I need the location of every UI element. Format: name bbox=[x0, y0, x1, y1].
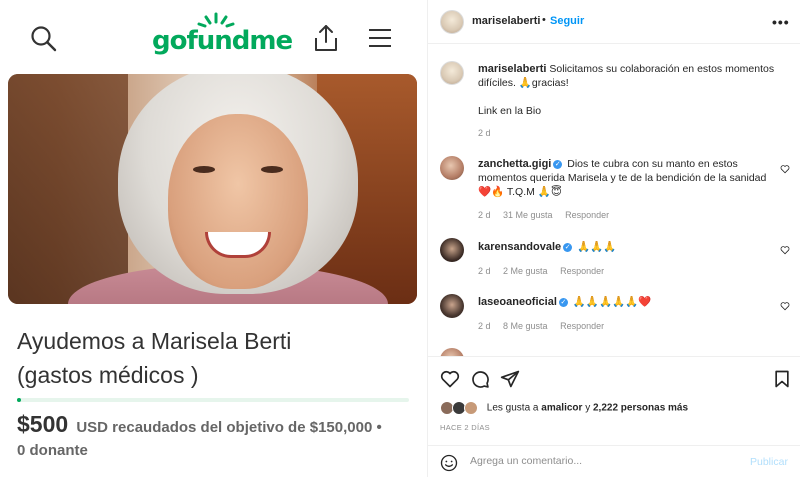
comment-meta: 2 d 8 Me gusta Responder bbox=[478, 321, 614, 331]
post-timestamp: HACE 2 DÍAS bbox=[440, 423, 490, 432]
add-comment-bar: Publicar bbox=[428, 445, 800, 477]
comment-meta: 2 d 2 Me gusta Responder bbox=[478, 266, 614, 276]
comment-username[interactable]: laseoaneoficial bbox=[478, 296, 557, 308]
progress-bar bbox=[17, 398, 409, 402]
gofundme-panel: gofundme Ayudemos a Marisela Berti (gast… bbox=[0, 0, 427, 477]
comment-avatar[interactable] bbox=[440, 238, 464, 262]
like-comment-heart-icon[interactable] bbox=[780, 245, 790, 255]
photo-face bbox=[168, 114, 308, 289]
raised-amount: $500 bbox=[17, 411, 69, 437]
comment-line3: ❤️🔥 T.Q.M 🙏😇 bbox=[478, 186, 562, 198]
raised-goal-text: USD recaudados del objetivo de $150,000 … bbox=[76, 419, 382, 436]
reply-button[interactable]: Responder bbox=[565, 210, 609, 220]
photo-eye-right bbox=[261, 166, 283, 173]
reply-button[interactable]: Responder bbox=[560, 321, 604, 331]
search-icon[interactable] bbox=[30, 25, 58, 53]
progress-bar-fill bbox=[17, 398, 21, 402]
verified-badge-icon: ✓ bbox=[558, 297, 568, 307]
likes-user[interactable]: amalicor bbox=[541, 403, 582, 414]
like-comment-heart-icon[interactable] bbox=[780, 301, 790, 311]
header-separator: • bbox=[542, 14, 546, 26]
post-header: mariselaberti • Seguir ••• bbox=[428, 0, 800, 44]
follow-button[interactable]: Seguir bbox=[550, 15, 584, 27]
verified-badge-icon: ✓ bbox=[553, 159, 563, 169]
reply-button[interactable]: Responder bbox=[560, 266, 604, 276]
caption-time: 2 d bbox=[478, 128, 491, 138]
caption-line3: Link en la Bio bbox=[478, 105, 542, 117]
hamburger-menu-icon[interactable] bbox=[368, 28, 392, 48]
like-heart-icon[interactable] bbox=[440, 369, 460, 389]
photo-eye-left bbox=[193, 166, 215, 173]
comment-line1: Dios te cubra con su manto en estos bbox=[567, 158, 738, 170]
comment-line1: 🙏🙏🙏 bbox=[577, 241, 617, 253]
comment-line2: momentos querida Marisela y te de la ben… bbox=[478, 172, 767, 184]
avatar[interactable] bbox=[440, 10, 464, 34]
gofundme-header: gofundme bbox=[0, 0, 427, 72]
post-actions: Les gusta a amalicor y 2,222 personas má… bbox=[428, 356, 800, 476]
comment-time: 2 d bbox=[478, 321, 491, 331]
share-paper-plane-icon[interactable] bbox=[500, 369, 520, 389]
comment-text: zanchetta.gigi ✓ Dios te cubra con su man… bbox=[478, 157, 773, 199]
instagram-panel: mariselaberti • Seguir ••• mariselaberti… bbox=[427, 0, 800, 477]
comment-avatar[interactable] bbox=[440, 156, 464, 180]
comment-bubble-icon[interactable] bbox=[470, 369, 490, 389]
campaign-title-line2: (gastos médicos ) bbox=[17, 362, 199, 388]
logo-text: gofundme bbox=[152, 26, 293, 56]
comment-likes[interactable]: 2 Me gusta bbox=[503, 266, 548, 276]
comment-likes[interactable]: 8 Me gusta bbox=[503, 321, 548, 331]
comment-avatar[interactable] bbox=[440, 348, 464, 356]
more-options-icon[interactable]: ••• bbox=[772, 14, 790, 30]
comment-line1: 🙏🙏🙏🙏🙏❤️ bbox=[572, 296, 652, 308]
caption-avatar[interactable] bbox=[440, 61, 464, 85]
caption-line2: difíciles. 🙏gracias! bbox=[478, 77, 569, 89]
comment-text: karensandovale ✓ 🙏🙏🙏 bbox=[478, 240, 773, 254]
caption-text: mariselaberti Solicitamos su colaboració… bbox=[478, 62, 778, 90]
comment-username[interactable]: zanchetta.gigi bbox=[478, 158, 551, 170]
share-icon[interactable] bbox=[313, 23, 339, 53]
likes-middle: y bbox=[585, 402, 591, 414]
photo-background-left bbox=[8, 74, 128, 304]
likes-prefix: Les gusta a bbox=[486, 402, 539, 414]
comment-text: laseoaneoficial ✓ 🙏🙏🙏🙏🙏❤️ bbox=[478, 295, 773, 309]
likes-summary[interactable]: Les gusta a amalicor y 2,222 personas má… bbox=[440, 401, 688, 415]
likes-count[interactable]: 2,222 personas más bbox=[593, 403, 688, 414]
save-bookmark-icon[interactable] bbox=[772, 369, 792, 389]
comment-time: 2 d bbox=[478, 266, 491, 276]
caption-line1: Solicitamos su colaboración en estos mom… bbox=[549, 63, 775, 75]
raised-summary: $500 USD recaudados del objetivo de $150… bbox=[17, 413, 417, 439]
comment-meta: 2 d 31 Me gusta Responder bbox=[478, 210, 619, 220]
liker-avatars bbox=[440, 401, 480, 415]
comment-likes[interactable]: 31 Me gusta bbox=[503, 210, 553, 220]
donor-count: 0 donante bbox=[17, 442, 88, 459]
comments-list[interactable]: mariselaberti Solicitamos su colaboració… bbox=[428, 44, 800, 356]
campaign-photo[interactable] bbox=[8, 74, 417, 304]
comment-username[interactable]: karensandovale bbox=[478, 241, 561, 253]
avatar bbox=[464, 401, 478, 415]
gofundme-logo[interactable]: gofundme bbox=[152, 12, 293, 58]
verified-badge-icon: ✓ bbox=[563, 242, 573, 252]
emoji-icon[interactable] bbox=[440, 454, 458, 472]
like-comment-heart-icon[interactable] bbox=[780, 164, 790, 174]
comment-input[interactable] bbox=[470, 455, 730, 467]
campaign-title-line1: Ayudemos a Marisela Berti bbox=[17, 328, 292, 354]
caption-username[interactable]: mariselaberti bbox=[478, 63, 546, 75]
comment-time: 2 d bbox=[478, 210, 491, 220]
comment-avatar[interactable] bbox=[440, 294, 464, 318]
campaign-title[interactable]: Ayudemos a Marisela Berti (gastos médico… bbox=[17, 324, 417, 392]
header-username[interactable]: mariselaberti bbox=[472, 15, 540, 27]
publish-button[interactable]: Publicar bbox=[750, 456, 788, 468]
